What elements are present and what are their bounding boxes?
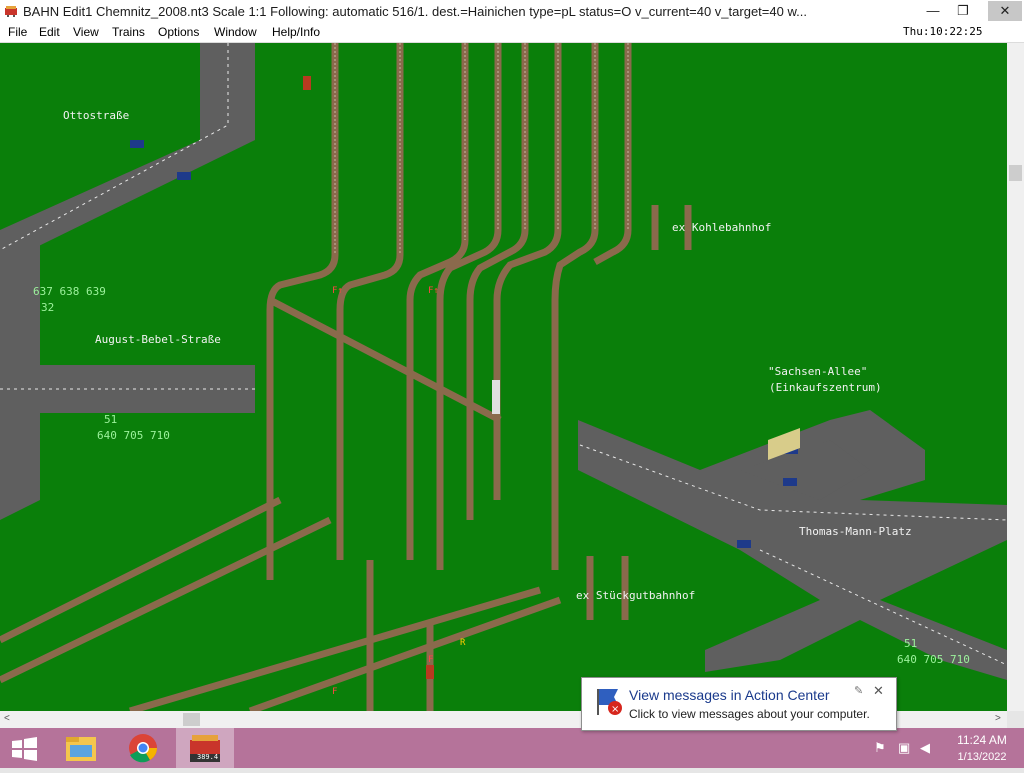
volume-muted-icon[interactable]: ◀ — [920, 740, 930, 756]
menu-window[interactable]: Window — [214, 25, 257, 39]
line-number-51-west: 51 — [104, 413, 117, 426]
svg-text:R: R — [460, 638, 466, 648]
notification-title[interactable]: View messages in Action Center — [629, 687, 830, 703]
taskbar: 389.4 ⚑ ▣ ◀ — [0, 728, 1024, 768]
chrome-button[interactable] — [114, 728, 172, 768]
label-sachsen-allee: "Sachsen-Allee" — [768, 365, 867, 378]
scroll-right-arrow-icon[interactable]: > — [995, 713, 1001, 724]
svg-text:F↑: F↑ — [332, 286, 343, 296]
notification-close-button[interactable]: ✕ — [873, 683, 884, 699]
menu-edit[interactable]: Edit — [39, 25, 60, 39]
label-ottostrasse: Ottostraße — [63, 109, 129, 122]
simulation-clock: Thu:10:22:25 — [903, 25, 983, 38]
line-numbers-west: 640 705 710 — [97, 429, 170, 442]
track-map-drawing: F↑ F↑ F F R Ottostraße August-Bebel-Stra… — [0, 43, 1007, 711]
minimize-button[interactable]: — — [918, 1, 948, 21]
pin-icon[interactable]: ✎ — [854, 684, 863, 697]
label-stueckgutbahnhof: ex Stückgutbahnhof — [576, 589, 695, 602]
track-map-canvas[interactable]: F↑ F↑ F F R Ottostraße August-Bebel-Stra… — [0, 43, 1007, 711]
menu-options[interactable]: Options — [158, 25, 199, 39]
action-center-notification[interactable]: × View messages in Action Center Click t… — [581, 677, 897, 731]
start-button[interactable] — [0, 728, 58, 768]
bahn-taskbar-label: 389.4 — [197, 753, 219, 761]
menu-view[interactable]: View — [73, 25, 99, 39]
network-icon[interactable]: ▣ — [898, 740, 910, 756]
horizontal-scroll-thumb[interactable] — [183, 713, 200, 726]
title-bar: BAHN Edit1 Chemnitz_2008.nt3 Scale 1:1 F… — [0, 0, 1024, 23]
label-august-bebel-strasse: August-Bebel-Straße — [95, 333, 221, 346]
close-button[interactable]: ✕ — [988, 1, 1022, 21]
menu-trains[interactable]: Trains — [112, 25, 145, 39]
svg-text:×: × — [611, 704, 619, 715]
svg-text:F: F — [428, 655, 433, 665]
window-title: BAHN Edit1 Chemnitz_2008.nt3 Scale 1:1 F… — [23, 4, 807, 19]
scroll-left-arrow-icon[interactable]: < — [4, 713, 10, 724]
file-explorer-icon — [66, 737, 96, 761]
label-thomas-mann-platz: Thomas-Mann-Platz — [799, 525, 912, 538]
line-number-32: 32 — [41, 301, 54, 314]
chrome-icon — [129, 734, 157, 763]
line-number-51-east: 51 — [904, 637, 917, 650]
action-center-flag-error-icon: × — [597, 689, 622, 715]
windows-start-icon — [12, 737, 37, 761]
label-einkaufszentrum: (Einkaufszentrum) — [769, 381, 882, 394]
system-time[interactable]: 11:24 AM — [952, 733, 1012, 747]
svg-text:F: F — [332, 687, 337, 697]
bahn-taskbar-icon — [190, 735, 220, 762]
bahn-taskbar-button[interactable]: 389.4 — [176, 728, 234, 768]
action-center-flag-icon[interactable]: ⚑ — [874, 740, 886, 756]
line-numbers-east: 640 705 710 — [897, 653, 970, 666]
menu-help-info[interactable]: Help/Info — [272, 25, 320, 39]
line-numbers-nw: 637 638 639 — [33, 285, 106, 298]
road-network — [0, 43, 1007, 680]
system-date[interactable]: 1/13/2022 — [952, 751, 1012, 763]
vertical-scroll-thumb[interactable] — [1009, 165, 1022, 181]
menu-bar: File Edit View Trains Options Window Hel… — [0, 23, 1024, 43]
vertical-scrollbar[interactable] — [1007, 43, 1024, 711]
menu-file[interactable]: File — [8, 25, 27, 39]
label-kohlebahnhof: ex Kohlebahnhof — [672, 221, 771, 234]
file-explorer-button[interactable] — [56, 728, 114, 768]
notification-body: Click to view messages about your comput… — [629, 707, 870, 721]
restore-button[interactable]: ❐ — [948, 1, 978, 21]
bahn-app-icon — [5, 6, 17, 17]
svg-text:F↑: F↑ — [428, 286, 439, 296]
